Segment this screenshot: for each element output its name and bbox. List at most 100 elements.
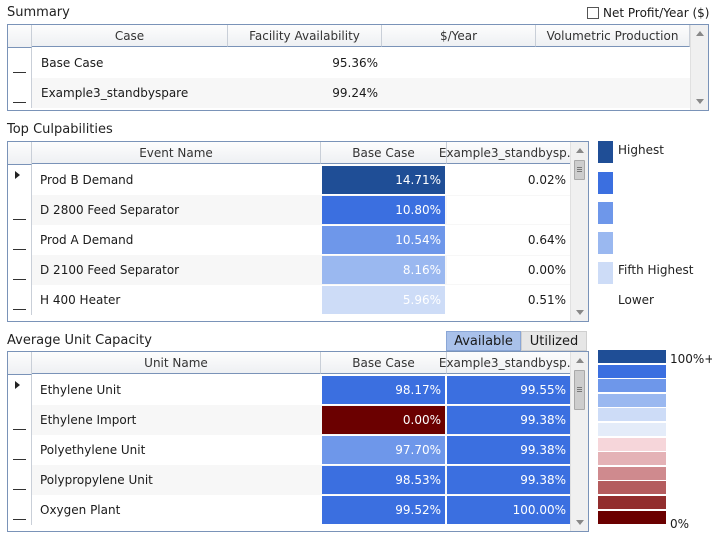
scroll-up-icon[interactable] [696,31,704,36]
scroll-down-icon[interactable] [576,310,584,315]
availability-cell: 95.36% [332,56,378,70]
example3-cell: 99.55% [447,376,570,404]
name-cell: Ethylene Import [40,413,137,427]
scroll-up-icon[interactable] [576,358,584,363]
example3-cell: 0.00% [447,256,570,284]
availability-cell: 99.24% [332,86,378,100]
current-row-arrow-icon [15,171,20,179]
name-cell: H 400 Heater [40,293,121,307]
net-profit-label: Net Profit/Year ($) [603,6,710,20]
base-case-cell: 98.17% [322,376,445,404]
culpability-row[interactable]: H 400 Heater 5.96% 0.51% [32,285,571,315]
scale-swatch [598,350,666,363]
capacity-row[interactable]: Ethylene Unit 98.17% 99.55% [32,375,571,405]
scroll-down-icon[interactable] [696,99,704,104]
scale-swatch [598,510,666,524]
row-selector[interactable] [8,285,32,315]
column-header-facility-availability[interactable]: Facility Availability [228,25,382,47]
legend-swatch-4 [598,232,613,254]
row-selector[interactable] [8,195,32,225]
base-case-cell: 14.71% [322,166,445,194]
base-case-cell: 97.70% [322,436,445,464]
culpability-row[interactable]: Prod A Demand 10.54% 0.64% [32,225,571,255]
example3-cell: 99.38% [447,466,570,494]
culpability-row[interactable]: D 2100 Feed Separator 8.16% 0.00% [32,255,571,285]
name-cell: Prod A Demand [40,233,134,247]
scroll-up-icon[interactable] [576,148,584,153]
scale-swatch [598,379,666,393]
legend-lower-label: Lower [618,293,654,307]
legend-swatch-2 [598,172,613,194]
row-selector[interactable] [8,255,32,285]
capacity-row[interactable]: Oxygen Plant 99.52% 100.00% [32,495,571,525]
row-selector[interactable] [8,435,32,465]
column-header-example3[interactable]: Example3_standbysp... [439,352,578,374]
example3-cell [447,196,570,224]
culpability-row[interactable]: D 2800 Feed Separator 10.80% [32,195,571,225]
capacity-scrollbar[interactable] [570,352,588,531]
net-profit-checkbox[interactable] [587,7,599,19]
scale-swatch [598,437,666,451]
scale-swatch [598,364,666,378]
legend-highest-label: Highest [618,143,664,157]
example3-cell: 99.38% [447,436,570,464]
row-selector[interactable] [8,78,32,108]
base-case-cell: 98.53% [322,466,445,494]
available-toggle[interactable]: Available [446,331,521,351]
legend-swatch-fifth [598,262,613,284]
table-row[interactable]: Base Case 95.36% [32,48,690,78]
utilized-toggle[interactable]: Utilized [521,331,587,351]
scale-swatch [598,423,666,436]
capacity-row[interactable]: Ethylene Import 0.00% 99.38% [32,405,571,435]
base-case-cell: 99.52% [322,496,445,524]
capacity-title: Average Unit Capacity [7,333,152,348]
summary-grid: Case Facility Availability $/Year Volume… [7,24,709,111]
column-header-event-name[interactable]: Event Name [32,142,321,164]
column-header-base-case[interactable]: Base Case [321,142,447,164]
scroll-thumb[interactable] [574,160,585,180]
scroll-thumb[interactable] [574,370,585,410]
row-selector[interactable] [8,465,32,495]
legend-swatch-3 [598,202,613,224]
name-cell: D 2100 Feed Separator [40,263,180,277]
row-selector[interactable] [8,225,32,255]
case-cell: Example3_standbyspare [41,86,189,100]
column-header-base-case[interactable]: Base Case [321,352,447,374]
row-selector[interactable] [8,48,32,78]
row-selector[interactable] [8,495,32,525]
name-cell: D 2800 Feed Separator [40,203,180,217]
current-row-arrow-icon [15,381,20,389]
example3-cell: 0.51% [447,286,570,314]
capacity-row[interactable]: Polypropylene Unit 98.53% 99.38% [32,465,571,495]
column-header-case[interactable]: Case [32,25,228,47]
name-cell: Prod B Demand [40,173,134,187]
scroll-down-icon[interactable] [576,520,584,525]
culpabilities-grid: Event Name Base Case Example3_standbysp.… [7,141,589,322]
column-header-per-year[interactable]: $/Year [382,25,536,47]
column-header-example3[interactable]: Example3_standbysp... [439,142,578,164]
scale-swatch [598,481,666,495]
scale-swatch [598,393,666,407]
row-selector-current[interactable] [8,165,32,195]
example3-cell: 0.64% [447,226,570,254]
base-case-cell: 0.00% [322,406,445,434]
column-header-unit-name[interactable]: Unit Name [32,352,321,374]
scale-top-label: 100%+ [670,352,712,366]
base-case-cell: 10.54% [322,226,445,254]
case-cell: Base Case [41,56,104,70]
legend-swatch-highest [598,141,613,163]
name-cell: Polypropylene Unit [40,473,153,487]
column-header-volumetric-production[interactable]: Volumetric Production [536,25,690,47]
scale-swatch [598,408,666,422]
summary-scrollbar[interactable] [690,25,708,110]
culpability-row[interactable]: Prod B Demand 14.71% 0.02% [32,165,571,195]
base-case-cell: 10.80% [322,196,445,224]
capacity-row[interactable]: Polyethylene Unit 97.70% 99.38% [32,435,571,465]
row-selector[interactable] [8,405,32,435]
culpabilities-scrollbar[interactable] [570,142,588,321]
summary-title: Summary [7,5,70,20]
row-selector-current[interactable] [8,375,32,405]
example3-cell: 100.00% [447,496,570,524]
scale-bottom-label: 0% [670,517,690,531]
table-row[interactable]: Example3_standbyspare 99.24% [32,78,690,108]
